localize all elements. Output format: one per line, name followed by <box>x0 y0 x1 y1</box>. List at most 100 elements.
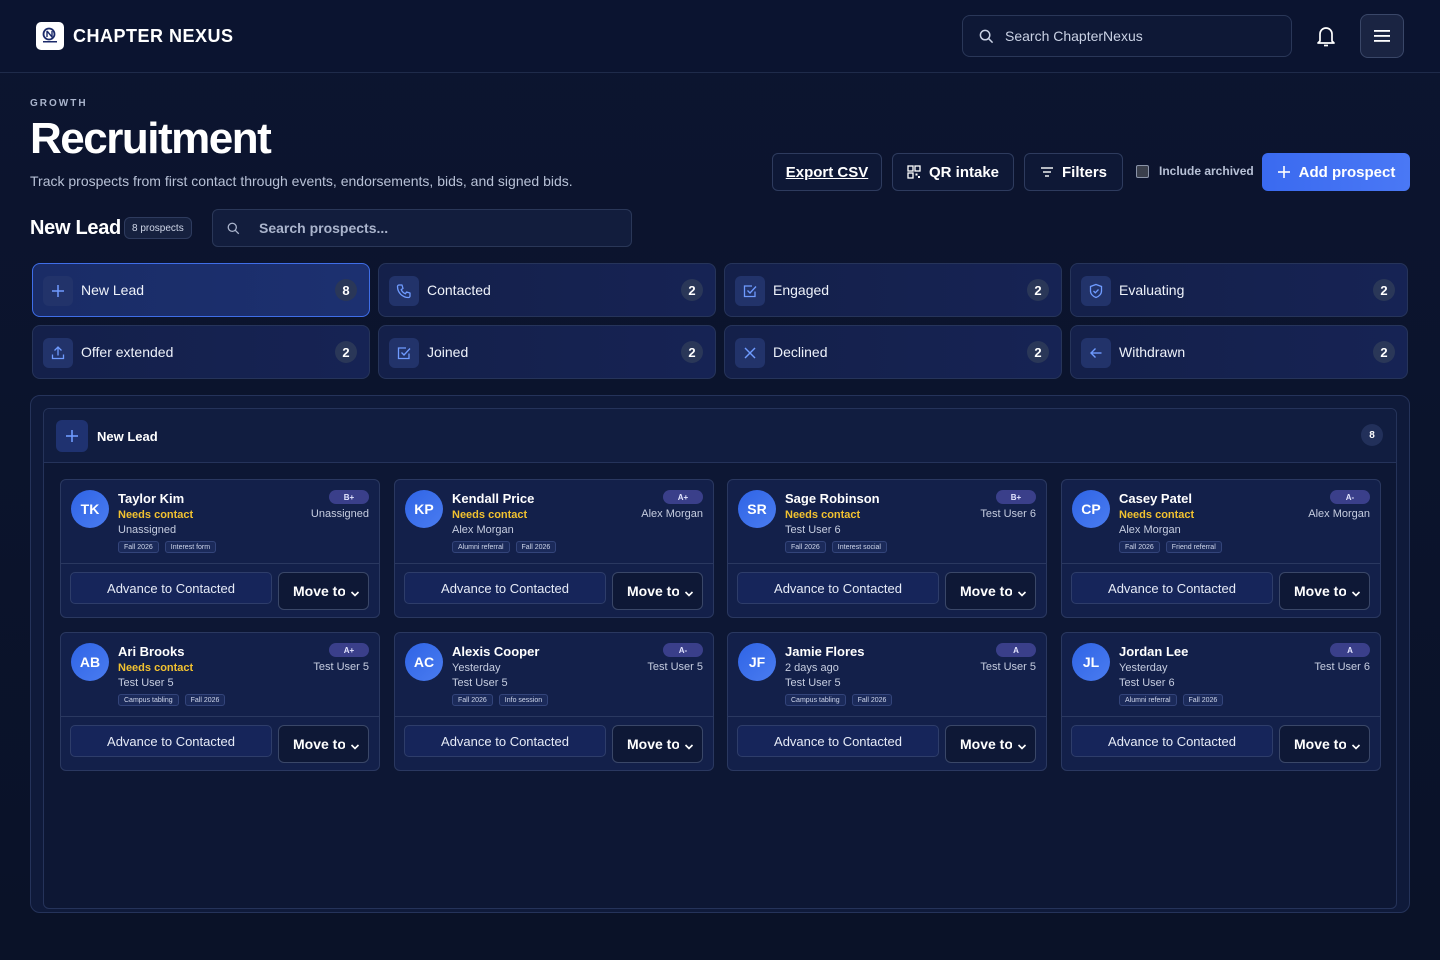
chevron-down-icon <box>684 586 694 602</box>
prospect-card[interactable]: TK Taylor Kim Needs contact Unassigned Fall … <box>60 479 380 618</box>
qr-intake-button[interactable]: QR intake <box>892 153 1014 191</box>
advance-button[interactable]: Advance to Contacted <box>737 572 939 604</box>
avatar: JF <box>738 643 776 681</box>
advance-button[interactable]: Advance to Contacted <box>70 572 272 604</box>
prospect-tag: Campus tabling <box>118 694 179 706</box>
prospect-name[interactable]: Jamie Flores <box>785 644 865 659</box>
phone-icon <box>389 276 419 306</box>
chevron-down-icon <box>1017 739 1027 755</box>
move-to-select[interactable]: Move to <box>612 572 703 610</box>
prospect-tag: Fall 2026 <box>184 694 226 706</box>
chevron-down-icon <box>350 586 360 602</box>
menu-button[interactable] <box>1360 14 1404 58</box>
app-title[interactable]: CHAPTER NEXUS <box>73 26 234 47</box>
include-archived-toggle[interactable]: Include archived <box>1136 164 1254 178</box>
export-csv-label: Export CSV <box>785 163 869 181</box>
prospect-name[interactable]: Sage Robinson <box>785 491 880 506</box>
logo-icon[interactable] <box>36 22 64 50</box>
stage-tile-engaged[interactable]: Engaged 2 <box>724 263 1062 317</box>
stage-tile-offer-extended[interactable]: Offer extended 2 <box>32 325 370 379</box>
global-search[interactable] <box>962 15 1292 57</box>
move-to-label: Move to <box>960 583 1012 599</box>
board-column-count: 8 <box>1361 424 1383 446</box>
prospect-assignee: Test User 6 <box>1314 661 1370 673</box>
search-icon <box>227 222 240 240</box>
move-to-label: Move to <box>293 736 345 752</box>
prospect-card[interactable]: SR Sage Robinson Needs contact Test User 6 F… <box>727 479 1047 618</box>
avatar: CP <box>1072 490 1110 528</box>
stage-tile-count: 2 <box>681 279 703 301</box>
prospect-search[interactable] <box>212 209 632 247</box>
include-archived-checkbox[interactable] <box>1136 164 1149 178</box>
prospect-card[interactable]: AC Alexis Cooper Yesterday Test User 5 Fall … <box>394 632 714 771</box>
prospect-name[interactable]: Casey Patel <box>1119 491 1192 506</box>
prospect-card-info: AB Ari Brooks Needs contact Test User 5 Camp… <box>61 633 379 717</box>
prospect-assignee: Alex Morgan <box>1308 508 1370 520</box>
advance-button[interactable]: Advance to Contacted <box>1071 572 1273 604</box>
move-to-select[interactable]: Move to <box>612 725 703 763</box>
avatar: KP <box>405 490 443 528</box>
prospect-status: Needs contact <box>452 509 528 521</box>
prospect-card[interactable]: AB Ari Brooks Needs contact Test User 5 Camp… <box>60 632 380 771</box>
prospect-card[interactable]: JL Jordan Lee Yesterday Test User 6 Alumni r… <box>1061 632 1381 771</box>
prospect-tag: Fall 2026 <box>851 694 893 706</box>
prospect-name[interactable]: Taylor Kim <box>118 491 184 506</box>
stage-tile-joined[interactable]: Joined 2 <box>378 325 716 379</box>
stage-tile-withdrawn[interactable]: Withdrawn 2 <box>1070 325 1408 379</box>
prospect-tag: Info session <box>498 694 549 706</box>
search-icon <box>979 29 994 49</box>
add-prospect-button[interactable]: Add prospect <box>1262 153 1410 191</box>
move-to-select[interactable]: Move to <box>945 725 1036 763</box>
move-to-select[interactable]: Move to <box>1279 572 1370 610</box>
prospect-name[interactable]: Kendall Price <box>452 491 534 506</box>
prospect-tags: Alumni referral Fall 2026 <box>452 541 557 553</box>
prospect-card[interactable]: JF Jamie Flores 2 days ago Test User 5 Campu… <box>727 632 1047 771</box>
move-to-select[interactable]: Move to <box>945 572 1036 610</box>
include-archived-label: Include archived <box>1159 164 1254 178</box>
move-to-select[interactable]: Move to <box>1279 725 1370 763</box>
prospect-count-badge: 8 prospects <box>124 217 192 239</box>
prospect-owner: Unassigned <box>118 524 177 536</box>
notifications-bell-icon[interactable] <box>1314 24 1338 53</box>
advance-button[interactable]: Advance to Contacted <box>404 725 606 757</box>
prospect-owner: Test User 6 <box>1119 677 1175 689</box>
grade-badge: A <box>1330 643 1370 657</box>
board-column-header: New Lead 8 <box>44 409 1396 463</box>
prospect-search-input[interactable] <box>259 210 619 246</box>
prospect-card-info: JL Jordan Lee Yesterday Test User 6 Alumni r… <box>1062 633 1380 717</box>
export-csv-button[interactable]: Export CSV <box>772 153 882 191</box>
grade-badge: B+ <box>996 490 1036 504</box>
prospect-status: Needs contact <box>785 509 861 521</box>
move-to-select[interactable]: Move to <box>278 725 369 763</box>
advance-button[interactable]: Advance to Contacted <box>1071 725 1273 757</box>
prospect-card[interactable]: KP Kendall Price Needs contact Alex Morgan A… <box>394 479 714 618</box>
move-to-select[interactable]: Move to <box>278 572 369 610</box>
stage-tile-declined[interactable]: Declined 2 <box>724 325 1062 379</box>
prospect-card[interactable]: CP Casey Patel Needs contact Alex Morgan Fal… <box>1061 479 1381 618</box>
advance-button[interactable]: Advance to Contacted <box>404 572 606 604</box>
prospect-assignee: Unassigned <box>310 508 369 520</box>
move-to-label: Move to <box>293 583 345 599</box>
board-column-title: New Lead <box>97 429 158 444</box>
prospect-tag: Friend referral <box>1165 541 1222 553</box>
stage-tile-evaluating[interactable]: Evaluating 2 <box>1070 263 1408 317</box>
global-search-input[interactable] <box>1005 16 1285 56</box>
grade-badge: A- <box>1330 490 1370 504</box>
prospect-tags: Fall 2026 Info session <box>452 694 549 706</box>
prospect-name[interactable]: Alexis Cooper <box>452 644 539 659</box>
prospect-assignee: Test User 6 <box>980 508 1036 520</box>
prospect-tag: Fall 2026 <box>515 541 557 553</box>
advance-button[interactable]: Advance to Contacted <box>737 725 939 757</box>
prospect-status: Needs contact <box>1119 509 1195 521</box>
stage-tile-new-lead[interactable]: New Lead 8 <box>32 263 370 317</box>
avatar: AC <box>405 643 443 681</box>
stage-tile-count: 2 <box>1373 341 1395 363</box>
advance-button[interactable]: Advance to Contacted <box>70 725 272 757</box>
prospect-name[interactable]: Ari Brooks <box>118 644 184 659</box>
shield-check-icon <box>1081 276 1111 306</box>
stage-tile-contacted[interactable]: Contacted 2 <box>378 263 716 317</box>
filters-button[interactable]: Filters <box>1024 153 1123 191</box>
qr-intake-label: QR intake <box>928 163 1000 181</box>
prospect-name[interactable]: Jordan Lee <box>1119 644 1188 659</box>
move-to-label: Move to <box>1294 583 1346 599</box>
